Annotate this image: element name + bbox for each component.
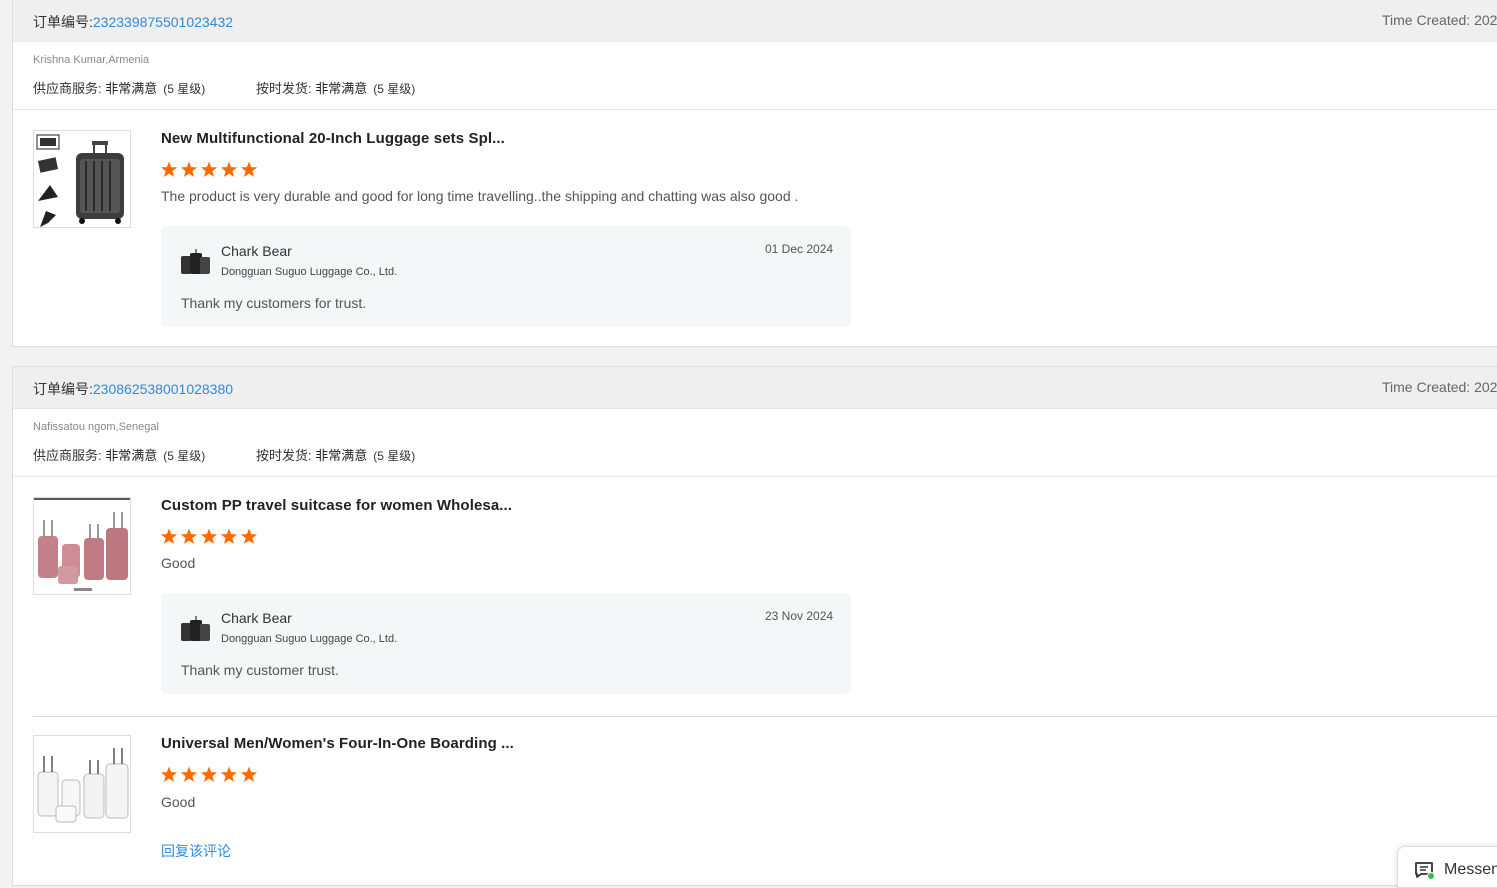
messenger-button[interactable]: Messenger [1397,846,1497,888]
reply-author: Chark Bear [221,243,292,259]
time-created: Time Created: 2024 [1382,12,1497,28]
review-text: Good [161,555,196,571]
product-image[interactable] [33,735,131,833]
reply-message: Thank my customer trust. [181,662,339,678]
star-rating [161,161,261,179]
reply-message: Thank my customers for trust. [181,295,367,311]
order-number: 订单编号:230862538001028380 [33,381,234,397]
buyer-info: Nafissatou ngom,Senegal 供应商服务: 非常满意 (5 星级… [13,409,1497,477]
star-icon [161,528,178,544]
star-icon [200,161,218,177]
reply-date: 23 Nov 2024 [765,609,834,623]
supplier-avatar [181,616,210,641]
reply-date: 01 Dec 2024 [765,242,834,256]
star-icon [161,766,178,782]
star-rating [161,766,261,784]
order-card: 订单编号:232339875501023432 Time Created: 20… [12,0,1497,347]
star-icon [240,161,258,177]
star-icon [180,161,198,177]
star-icon [220,161,238,177]
product-title[interactable]: Custom PP travel suitcase for women Whol… [161,497,512,514]
order-number: 订单编号:232339875501023432 [33,14,234,30]
product-image[interactable] [33,497,131,595]
supplier-service-rating: 供应商服务: 非常满意 (5 星级) [33,81,206,96]
star-rating [161,528,261,546]
star-icon [200,528,218,544]
star-icon [220,528,238,544]
on-time-rating: 按时发货: 非常满意 (5 星级) [256,81,416,96]
supplier-avatar [181,249,210,274]
star-icon [200,766,218,782]
review-text: Good [161,794,196,810]
order-number-link[interactable]: 230862538001028380 [93,381,233,397]
order-header: 订单编号:230862538001028380 Time Created: 20… [13,367,1497,409]
messenger-label: Messenger [1444,861,1497,878]
star-icon [180,766,198,782]
supplier-reply: Chark Bear Dongguan Suguo Luggage Co., L… [161,593,851,694]
reply-company: Dongguan Suguo Luggage Co., Ltd. [221,633,398,645]
buyer-name: Krishna Kumar,Armenia [33,54,150,66]
star-icon [240,528,258,544]
supplier-service-rating: 供应商服务: 非常满意 (5 星级) [33,448,206,463]
supplier-reply: Chark Bear Dongguan Suguo Luggage Co., L… [161,226,851,327]
reply-to-review-link[interactable]: 回复该评论 [161,841,231,861]
reply-company: Dongguan Suguo Luggage Co., Ltd. [221,266,398,278]
time-created: Time Created: 2024 [1382,379,1497,395]
product-title[interactable]: New Multifunctional 20-Inch Luggage sets… [161,130,505,147]
order-header: 订单编号:232339875501023432 Time Created: 20… [13,0,1497,42]
product-image[interactable] [33,130,131,228]
star-icon [240,766,258,782]
star-icon [161,161,178,177]
on-time-rating: 按时发货: 非常满意 (5 星级) [256,448,416,463]
reply-author: Chark Bear [221,610,292,626]
review-text: The product is very durable and good for… [161,188,799,204]
order-number-link[interactable]: 232339875501023432 [93,14,233,30]
buyer-name: Nafissatou ngom,Senegal [33,421,159,433]
star-icon [220,766,238,782]
product-title[interactable]: Universal Men/Women's Four-In-One Boardi… [161,735,514,752]
order-card: 订单编号:230862538001028380 Time Created: 20… [12,366,1497,886]
buyer-info: Krishna Kumar,Armenia 供应商服务: 非常满意 (5 星级) … [13,42,1497,110]
chat-icon [1415,862,1434,879]
star-icon [180,528,198,544]
review-divider [33,716,1497,717]
